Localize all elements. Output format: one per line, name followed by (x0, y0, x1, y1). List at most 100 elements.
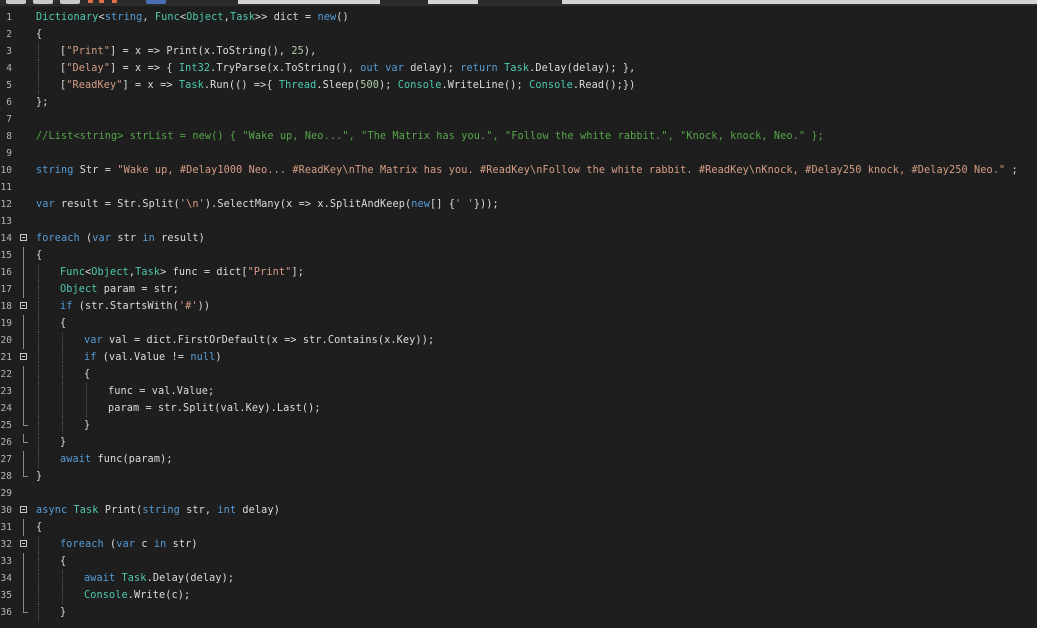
code-line[interactable]: 33 { (0, 553, 1037, 570)
code-token: })); (473, 199, 499, 210)
code-line[interactable]: 5 ["ReadKey"] = x => Task.Run(() =>{ Thre… (0, 77, 1037, 94)
code-line[interactable]: 23 func = val.Value; (0, 383, 1037, 400)
code-line[interactable]: 13 (0, 213, 1037, 230)
fold-end-marker (23, 468, 28, 477)
indent-guide (38, 281, 39, 298)
redo-icon[interactable] (99, 0, 104, 3)
indent-guide (62, 332, 63, 349)
toolbar-button[interactable] (6, 0, 26, 4)
fold-guide-line (23, 281, 24, 298)
code-line[interactable]: 21 if (val.Value != null) (0, 349, 1037, 366)
code-line[interactable]: 27 await func(param); (0, 451, 1037, 468)
code-line[interactable]: 22 { (0, 366, 1037, 383)
fold-collapse-icon[interactable] (20, 540, 27, 547)
code-line[interactable]: 20 var val = dict.FirstOrDefault(x => str… (0, 332, 1037, 349)
code-line[interactable]: 1 Dictionary<string, Func<Object,Task>> d… (0, 9, 1037, 26)
code-token: 25 (291, 46, 304, 57)
toolbar-button[interactable] (60, 0, 80, 4)
code-token: Func (154, 12, 180, 23)
code-line[interactable]: 3 ["Print"] = x => Print(x.ToString(), 25… (0, 43, 1037, 60)
code-editor[interactable]: 1 Dictionary<string, Func<Object,Task>> d… (0, 6, 1037, 628)
code-line[interactable]: 25} (0, 417, 1037, 434)
code-token: .Sleep( (316, 80, 361, 91)
code-token: .Delay(delay); }, (529, 63, 636, 74)
toolbar-search-field[interactable] (562, 0, 1037, 4)
code-token: { (60, 556, 67, 567)
code-line[interactable]: 12 var result = Str.Split('\n').SelectMan… (0, 196, 1037, 213)
code-token: { (60, 318, 67, 329)
code-token: "Delay" (66, 63, 111, 74)
code-line[interactable]: 7 (0, 111, 1037, 128)
code-line[interactable]: 31 { (0, 519, 1037, 536)
code-token: delay); (404, 63, 461, 74)
code-line[interactable]: 4 ["Delay"] = x => { Int32.TryParse(x.ToS… (0, 60, 1037, 77)
code-line[interactable]: 11 (0, 179, 1037, 196)
indent-guide (38, 604, 39, 621)
code-line[interactable]: 26} (0, 434, 1037, 451)
code-token: } (36, 471, 43, 482)
indent-guide (38, 536, 39, 553)
code-line[interactable]: 15 { (0, 247, 1037, 264)
code-token: .Delay(delay); (146, 573, 235, 584)
code-token: .WriteLine(); (441, 80, 530, 91)
fold-collapse-icon[interactable] (20, 234, 27, 241)
code-line[interactable]: 18 if (str.StartsWith('#')) (0, 298, 1037, 315)
code-line[interactable]: 24 param = str.Split(val.Key).Last(); (0, 400, 1037, 417)
code-text: Func<Object,Task> func = dict["Print"]; (60, 264, 304, 281)
fold-collapse-icon[interactable] (20, 506, 27, 513)
indent-guide (62, 587, 63, 604)
code-token: Console (397, 80, 442, 91)
code-text: } (36, 468, 42, 485)
code-token: }; (36, 97, 49, 108)
fold-collapse-icon[interactable] (20, 302, 27, 309)
code-token: func = val.Value; (108, 386, 215, 397)
code-line[interactable]: 14 foreach (var str in result) (0, 230, 1037, 247)
code-line[interactable]: 6}; (0, 94, 1037, 111)
code-line[interactable]: 2{ (0, 26, 1037, 43)
code-token: [] { (430, 199, 456, 210)
code-token: ] = x => Print(x.ToString(), (110, 46, 292, 57)
run-icon[interactable] (112, 0, 117, 3)
code-token: .Write(c); (127, 590, 191, 601)
code-line[interactable]: 36} (0, 604, 1037, 621)
code-text: { (36, 247, 42, 264)
fold-guide-line (23, 553, 24, 570)
code-line[interactable]: 16 Func<Object,Task> func = dict["Print"]… (0, 264, 1037, 281)
fold-collapse-icon[interactable] (20, 353, 27, 360)
undo-icon[interactable] (88, 0, 93, 3)
line-number: 34 (0, 573, 12, 584)
line-number: 33 (0, 556, 12, 567)
code-line[interactable]: 35 Console.Write(c); (0, 587, 1037, 604)
code-line[interactable]: 8 //List<string> strList = new() { "Wake … (0, 128, 1037, 145)
code-line[interactable]: 32 foreach (var c in str) (0, 536, 1037, 553)
code-line[interactable]: 19 { (0, 315, 1037, 332)
indent-guide (38, 553, 39, 570)
toolbar-button[interactable] (33, 0, 53, 4)
toolbar-combo[interactable] (428, 0, 478, 4)
code-line[interactable]: 30 async Task Print(string str, int delay… (0, 502, 1037, 519)
indent-guide (38, 349, 39, 366)
code-line[interactable]: 9 (0, 145, 1037, 162)
line-number: 15 (0, 250, 12, 261)
line-number: 35 (0, 590, 12, 601)
indent-guide (38, 383, 39, 400)
code-token: { (36, 522, 43, 533)
line-number: 29 (0, 488, 12, 499)
code-line[interactable]: 28} (0, 468, 1037, 485)
indent-guide (38, 366, 39, 383)
toolbar-combo[interactable] (238, 0, 380, 4)
code-token: 500 (360, 80, 379, 91)
code-line[interactable]: 29 (0, 485, 1037, 502)
line-number: 20 (0, 335, 12, 346)
code-line[interactable]: 34 await Task.Delay(delay); (0, 570, 1037, 587)
code-token: if (60, 301, 73, 312)
code-line[interactable]: 17 Object param = str; (0, 281, 1037, 298)
code-token: Task (121, 573, 147, 584)
toolbar-button[interactable] (146, 0, 166, 4)
line-number: 8 (6, 131, 12, 142)
code-token: '#' (178, 301, 198, 312)
code-token: { (36, 29, 43, 40)
code-token: Str = (73, 165, 118, 176)
code-token: , (142, 12, 155, 23)
code-line[interactable]: 10 string Str = "Wake up, #Delay1000 Neo.… (0, 162, 1037, 179)
